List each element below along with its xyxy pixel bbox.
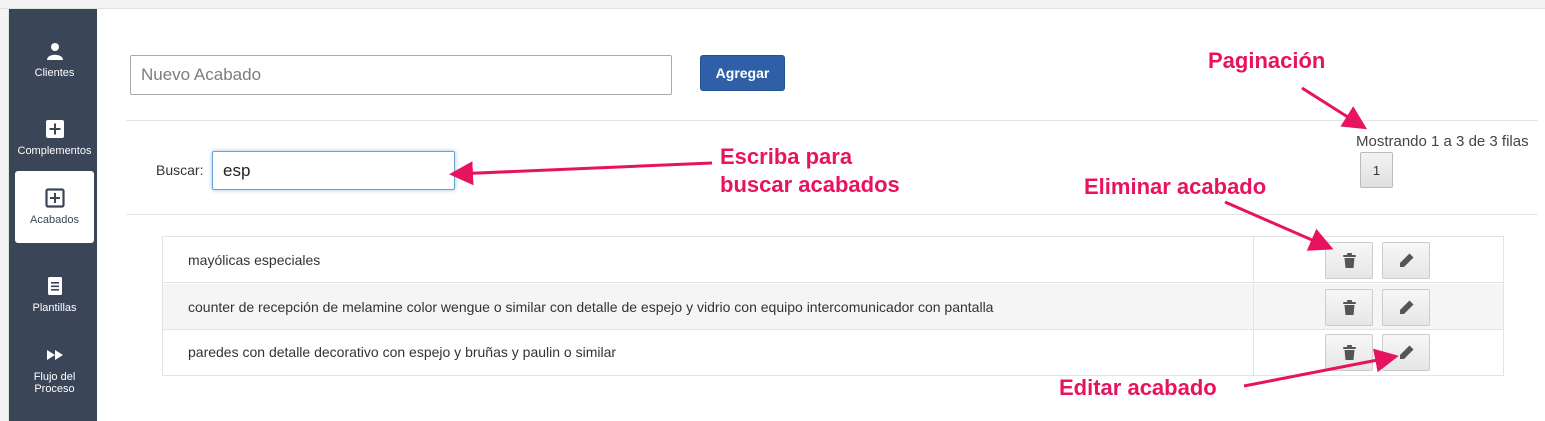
divider <box>126 214 1538 215</box>
sidebar-item-complementos[interactable]: Complementos <box>15 102 94 174</box>
table-row: counter de recepción de melamine color w… <box>163 284 1503 330</box>
edit-button[interactable] <box>1382 289 1430 326</box>
finish-name: counter de recepción de melamine color w… <box>188 299 994 315</box>
search-label: Buscar: <box>156 162 204 178</box>
table-row: mayólicas especiales <box>163 237 1503 283</box>
finish-name: mayólicas especiales <box>188 252 321 268</box>
add-button[interactable]: Agregar <box>700 55 785 91</box>
sidebar-item-label: Clientes <box>34 67 75 79</box>
sidebar-item-label: Flujo del Proceso <box>33 371 76 395</box>
sidebar-item-label: Complementos <box>17 145 92 157</box>
document-icon <box>47 277 62 295</box>
top-bar <box>0 0 1545 9</box>
annotation-pagination: Paginación <box>1208 48 1326 73</box>
column-divider <box>1253 237 1254 283</box>
edit-button[interactable] <box>1382 242 1430 279</box>
delete-button[interactable] <box>1325 242 1373 279</box>
annotation-search-line1: Escriba para <box>720 144 853 169</box>
sidebar-item-label: Plantillas <box>32 302 77 314</box>
sidebar: Clientes Complementos Acabados Plantilla… <box>9 9 97 421</box>
sidebar-item-label: Acabados <box>30 214 79 226</box>
table-row: paredes con detalle decorativo con espej… <box>163 329 1503 375</box>
divider <box>126 120 1538 121</box>
pencil-icon <box>1399 253 1413 267</box>
trash-icon <box>1342 300 1356 315</box>
sidebar-item-acabados[interactable]: Acabados <box>15 171 94 243</box>
delete-button[interactable] <box>1325 289 1373 326</box>
left-edge <box>0 9 9 421</box>
annotation-delete: Eliminar acabado <box>1084 174 1267 199</box>
finishes-table: mayólicas especiales counter de recepció… <box>162 236 1504 376</box>
trash-icon <box>1342 345 1356 360</box>
edit-button[interactable] <box>1382 334 1430 371</box>
pencil-icon <box>1399 345 1413 359</box>
sidebar-item-plantillas[interactable]: Plantillas <box>15 259 94 331</box>
trash-icon <box>1342 253 1356 268</box>
user-icon <box>46 43 63 60</box>
column-divider <box>1253 284 1254 330</box>
pencil-icon <box>1399 300 1413 314</box>
finish-name: paredes con detalle decorativo con espej… <box>188 344 617 360</box>
pagination-info: Mostrando 1 a 3 de 3 filas <box>1356 133 1529 150</box>
delete-button[interactable] <box>1325 334 1373 371</box>
column-divider <box>1253 329 1254 375</box>
page-button-1[interactable]: 1 <box>1360 152 1393 188</box>
plus-square-outline-icon <box>44 188 65 208</box>
annotation-edit: Editar acabado <box>1059 375 1217 400</box>
search-input[interactable] <box>212 151 455 190</box>
plus-square-icon <box>45 120 64 138</box>
sidebar-item-clientes[interactable]: Clientes <box>15 24 94 96</box>
fast-forward-icon <box>46 350 63 360</box>
sidebar-item-flujo-del-proceso[interactable]: Flujo del Proceso <box>15 334 94 406</box>
annotation-search-line2: buscar acabados <box>720 172 900 197</box>
new-finish-input[interactable] <box>130 55 672 95</box>
search-arrow <box>449 161 713 186</box>
